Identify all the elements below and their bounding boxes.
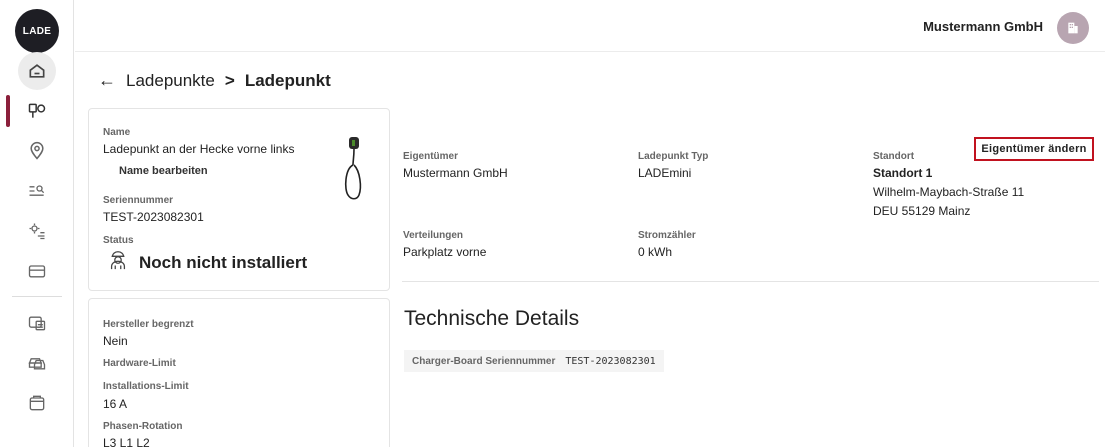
logo-text: LADE	[22, 25, 52, 37]
location-icon[interactable]	[18, 132, 56, 170]
section-divider	[402, 281, 1099, 282]
board-serial-label: Charger-Board Seriennummer	[412, 355, 556, 367]
sidebar-divider	[12, 296, 62, 297]
home-icon[interactable]	[18, 52, 56, 90]
status-label: Status	[103, 235, 134, 246]
installation-limit-value: 16 A	[103, 397, 128, 411]
name-edit-button[interactable]: Name bearbeiten	[119, 165, 208, 177]
settings-list-icon[interactable]	[18, 212, 56, 250]
manufacturer-limited-label: Hersteller begrenzt	[103, 319, 194, 330]
charger-icon	[344, 137, 362, 200]
meter-value: 0 kWh	[638, 245, 673, 259]
active-indicator	[6, 95, 10, 127]
search-list-icon[interactable]	[18, 172, 56, 210]
location-city: DEU 55129 Mainz	[873, 204, 971, 218]
board-serial-row: Charger-Board Seriennummer TEST-20230823…	[404, 350, 664, 372]
name-label: Name	[103, 127, 131, 138]
charging-points-icon[interactable]	[18, 92, 56, 130]
serial-value: TEST-2023082301	[103, 210, 204, 224]
installation-limit-label: Installations-Limit	[103, 381, 189, 392]
folder-icon[interactable]	[18, 384, 56, 422]
name-value: Ladepunkt an der Hecke vorne links	[103, 142, 295, 156]
card-icon[interactable]	[18, 252, 56, 290]
type-label: Ladepunkt Typ	[638, 151, 709, 162]
phase-rotation-value: L3 L1 L2	[103, 436, 150, 447]
manufacturer-limited-value: Nein	[103, 334, 128, 348]
status-value: Noch nicht installiert	[139, 252, 308, 272]
technical-details-title: Technische Details	[404, 307, 580, 330]
change-owner-button[interactable]: Eigentümer ändern	[974, 137, 1094, 161]
board-serial-value: TEST-2023082301	[565, 355, 656, 367]
location-street: Wilhelm-Maybach-Straße 11	[873, 185, 1025, 199]
hardware-limit-label: Hardware-Limit	[103, 358, 176, 369]
top-bar: Mustermann GmbH	[75, 0, 1105, 52]
installer-icon	[107, 249, 129, 276]
type-value: LADEmini	[638, 166, 692, 180]
distribution-label: Verteilungen	[403, 230, 464, 241]
building-icon[interactable]	[1057, 12, 1089, 44]
location-label: Standort	[873, 151, 915, 162]
breadcrumb-parent[interactable]: Ladepunkte	[126, 71, 215, 91]
company-name[interactable]: Mustermann GmbH	[923, 19, 1043, 34]
phase-rotation-label: Phasen-Rotation	[103, 421, 183, 432]
limits-card: Hersteller begrenzt Nein Hardware-Limit …	[88, 298, 390, 447]
location-name[interactable]: Standort 1	[873, 166, 932, 180]
breadcrumb-separator: >	[224, 70, 235, 90]
invoice-icon[interactable]	[18, 304, 56, 342]
vehicles-icon[interactable]	[18, 344, 56, 382]
breadcrumb: ← Ladepunkte > Ladepunkt	[98, 70, 331, 91]
sidebar: LADE	[0, 0, 74, 447]
serial-label: Seriennummer	[103, 195, 174, 206]
breadcrumb-current: Ladepunkt	[244, 70, 331, 90]
owner-value: Mustermann GmbH	[403, 166, 508, 180]
owner-label: Eigentümer	[403, 151, 459, 162]
arrow-left-icon[interactable]: ←	[98, 70, 116, 91]
lade-logo[interactable]: LADE	[15, 9, 59, 53]
distribution-value: Parkplatz vorne	[403, 245, 487, 259]
charging-point-card: Name Ladepunkt an der Hecke vorne links …	[88, 108, 390, 291]
status-row: Noch nicht installiert	[107, 249, 307, 276]
meter-label: Stromzähler	[638, 230, 696, 241]
